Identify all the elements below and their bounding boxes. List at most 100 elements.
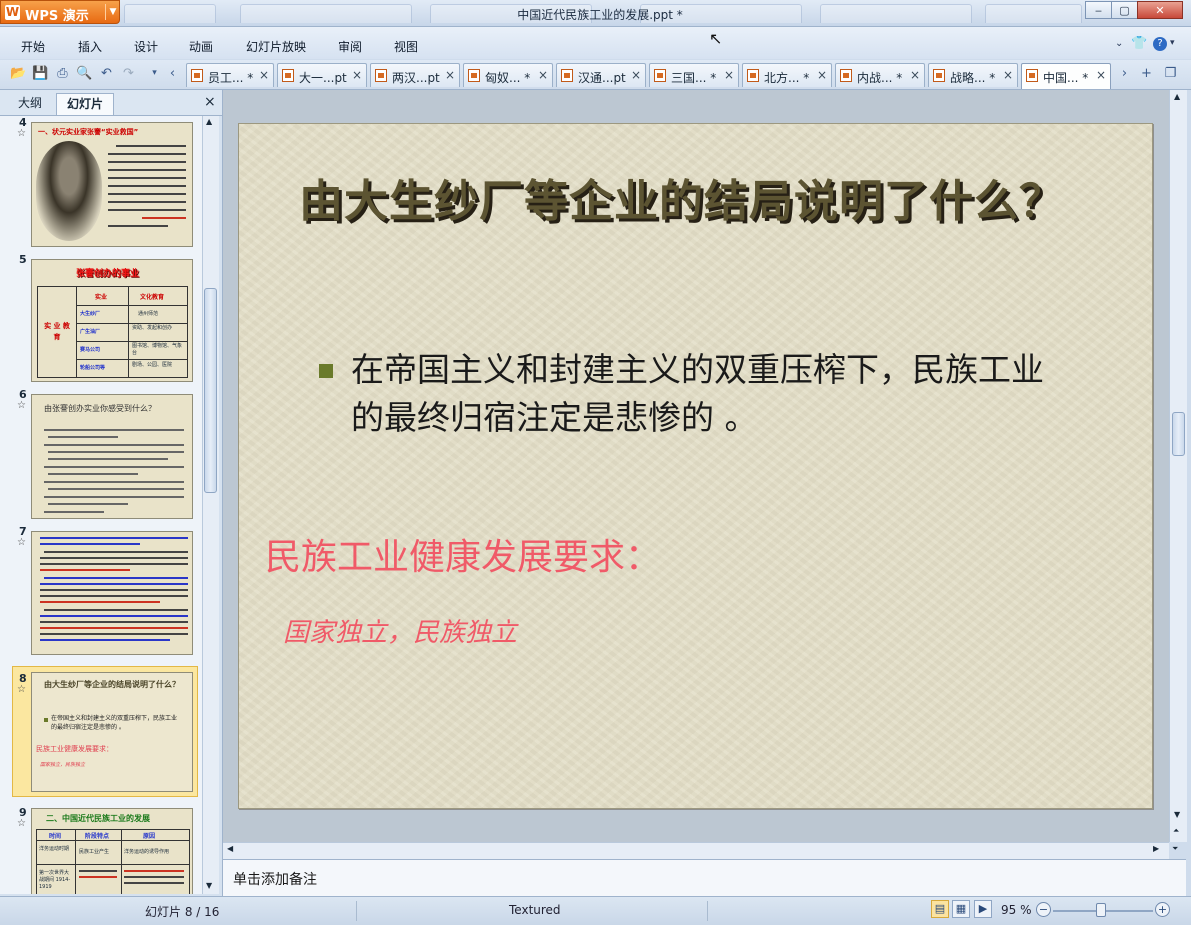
menu-design[interactable]: 设计 xyxy=(134,38,158,55)
menu-slideshow[interactable]: 幻灯片放映 xyxy=(246,38,306,55)
ribbon-collapse-icon[interactable]: ⌄ xyxy=(1115,38,1123,49)
tab-scroll-right-icon[interactable]: › xyxy=(1116,65,1133,82)
close-icon[interactable]: × xyxy=(724,68,734,82)
close-icon[interactable]: × xyxy=(259,68,269,82)
close-icon[interactable]: × xyxy=(352,68,362,82)
tab-slides[interactable]: 幻灯片 xyxy=(56,93,114,115)
close-pane-icon[interactable]: × xyxy=(204,94,216,110)
undo-icon[interactable]: ↶ xyxy=(98,65,115,82)
doc-tab-1[interactable]: 员工... * × xyxy=(186,63,274,87)
close-icon[interactable]: × xyxy=(817,68,827,82)
close-icon[interactable]: × xyxy=(910,68,920,82)
new-tab-icon[interactable]: + xyxy=(1138,65,1155,82)
slide-vertical-scrollbar[interactable]: ▲ ▼ ⏶ xyxy=(1169,90,1187,842)
scrollbar-thumb[interactable] xyxy=(204,288,217,493)
scroll-down-icon[interactable]: ▼ xyxy=(1174,810,1180,819)
doc-tab-2[interactable]: 大一...pt × xyxy=(277,63,367,87)
thumb-cell: 剧场、公园、医院 xyxy=(132,362,173,368)
close-icon[interactable]: × xyxy=(538,68,548,82)
minimize-button[interactable]: ‒ xyxy=(1085,1,1112,19)
chevron-down-icon[interactable]: ▼ xyxy=(105,4,120,20)
scroll-up-icon[interactable]: ▲ xyxy=(1174,92,1180,101)
background-window-tab xyxy=(820,4,972,23)
doc-tab-8[interactable]: 内战... * × xyxy=(835,63,925,87)
slide-thumbnail-9[interactable]: 二、中国近代民族工业的发展 时间 阶段特点 原因 洋务运动时期 民族工业产生 洋… xyxy=(31,808,193,894)
tab-outline[interactable]: 大纲 xyxy=(8,93,52,115)
doc-tab-9[interactable]: 战略... * × xyxy=(928,63,1018,87)
customize-toolbar-icon[interactable]: ▾ xyxy=(146,65,163,82)
scroll-up-icon[interactable]: ▲ xyxy=(206,117,212,126)
doc-tab-active[interactable]: 中国... * × xyxy=(1021,63,1111,89)
slide-sorter-icon[interactable]: ▦ xyxy=(952,900,970,918)
doc-tab-3[interactable]: 两汉...pt × xyxy=(370,63,460,87)
slide-bullet-text[interactable]: 在帝国主义和封建主义的双重压榨下，民族工业的最终归宿注定是悲惨的 。 xyxy=(351,346,1071,442)
doc-tab-5[interactable]: 汉通...pt × xyxy=(556,63,646,87)
scrollbar-thumb[interactable] xyxy=(1172,412,1185,456)
close-button[interactable]: ✕ xyxy=(1137,1,1183,19)
help-icon[interactable]: ? xyxy=(1153,37,1167,51)
slide-thumbnail-7[interactable] xyxy=(31,531,193,655)
portrait-photo xyxy=(36,141,102,241)
save-icon[interactable]: 💾 xyxy=(32,65,49,82)
scroll-right-icon[interactable]: ▶ xyxy=(1153,844,1159,853)
zoom-out-icon[interactable]: − xyxy=(1036,902,1051,917)
slide-thumbnail-6[interactable]: 由张謇创办实业你感受到什么？ xyxy=(31,394,193,519)
previous-slide-icon[interactable]: ⏶ xyxy=(1173,826,1179,836)
tab-scroll-left-icon[interactable]: ‹ xyxy=(164,65,181,82)
scroll-left-icon[interactable]: ◀ xyxy=(227,844,233,853)
close-icon[interactable]: × xyxy=(445,68,455,82)
zoom-in-icon[interactable]: + xyxy=(1155,902,1170,917)
app-name: WPS 演示 xyxy=(25,9,89,24)
menu-review[interactable]: 审阅 xyxy=(338,38,362,55)
slide-thumbnail-5[interactable]: 张謇创办的事业 实业 文化教育 大生纱厂 通州师范 广生油厂 资助、发起和创办 … xyxy=(31,259,193,382)
theme-name[interactable]: Textured xyxy=(509,903,561,917)
thumb-cell: 民族工业产生 xyxy=(79,849,110,855)
menu-bar: 开始 插入 设计 动画 幻灯片放映 审阅 视图 xyxy=(0,27,1191,59)
doc-tab-4[interactable]: 匈奴... * × xyxy=(463,63,553,87)
slide-thumbnail-4[interactable]: 一、状元实业家张謇“实业救国” xyxy=(31,122,193,247)
thumb-cell: 资助、发起和创办 xyxy=(132,325,173,331)
thumb-cell: 文化教育 xyxy=(140,294,165,301)
print-icon[interactable]: ⎙ xyxy=(54,65,71,82)
wps-app-menu-button[interactable]: W WPS 演示 ▼ xyxy=(0,0,120,24)
slide-heading[interactable]: 民族工业健康发展要求： xyxy=(265,528,661,580)
doc-tab-label: 大一...pt xyxy=(299,71,347,85)
thumb-bullet: 在帝国主义和封建主义的双重压榨下，民族工业的最终归宿注定是悲惨的 。 xyxy=(51,715,178,731)
slide-horizontal-scrollbar[interactable]: ◀ ▶ xyxy=(223,842,1169,859)
current-slide[interactable]: 由大生纱厂等企业的结局说明了什么？ 在帝国主义和封建主义的双重压榨下，民族工业的… xyxy=(238,123,1153,809)
animation-star-icon: ☆ xyxy=(17,400,26,411)
restore-layout-icon[interactable]: ❐ xyxy=(1162,65,1179,82)
zoom-level[interactable]: 95 % xyxy=(1001,903,1032,917)
help-dropdown-icon[interactable]: ▾ xyxy=(1170,38,1175,48)
mouse-cursor-icon: ↖ xyxy=(709,29,723,48)
normal-view-icon[interactable]: ▤ xyxy=(931,900,949,918)
slide-thumbnail-8[interactable]: 由大生纱厂等企业的结局说明了什么？ 在帝国主义和封建主义的双重压榨下，民族工业的… xyxy=(31,672,193,792)
menu-insert[interactable]: 插入 xyxy=(78,38,102,55)
next-slide-icon[interactable]: ⏷ xyxy=(1172,844,1178,854)
menu-view[interactable]: 视图 xyxy=(394,38,418,55)
notes-pane[interactable]: 单击添加备注 xyxy=(223,859,1186,897)
close-icon[interactable]: × xyxy=(631,68,641,82)
slide-subtext[interactable]: 国家独立，民族独立 xyxy=(283,612,517,649)
doc-tab-6[interactable]: 三国... * × xyxy=(649,63,739,87)
doc-tab-label: 匈奴... * xyxy=(485,71,531,85)
menu-animation[interactable]: 动画 xyxy=(189,38,213,55)
redo-icon[interactable]: ↷ xyxy=(120,65,137,82)
shirt-skin-icon[interactable]: 👕 xyxy=(1131,36,1147,51)
open-folder-icon[interactable]: 📂 xyxy=(10,65,27,82)
notes-placeholder[interactable]: 单击添加备注 xyxy=(233,869,317,889)
scroll-down-icon[interactable]: ▼ xyxy=(206,881,212,890)
doc-tab-label: 两汉...pt xyxy=(392,71,440,85)
doc-tab-7[interactable]: 北方... * × xyxy=(742,63,832,87)
print-preview-icon[interactable]: 🔍 xyxy=(76,65,93,82)
slideshow-view-icon[interactable]: ▶ xyxy=(974,900,992,918)
maximize-button[interactable]: ▢ xyxy=(1111,1,1138,19)
close-icon[interactable]: × xyxy=(1003,68,1013,82)
close-icon[interactable]: × xyxy=(1096,68,1106,82)
ppt-file-icon xyxy=(654,69,666,82)
zoom-slider-knob[interactable] xyxy=(1096,903,1106,917)
thumbnail-scrollbar[interactable]: ▲ ▼ xyxy=(202,116,219,894)
slide-title[interactable]: 由大生纱厂等企业的结局说明了什么？ xyxy=(299,169,1079,235)
menu-start[interactable]: 开始 xyxy=(21,38,45,55)
animation-star-icon: ☆ xyxy=(17,684,26,695)
